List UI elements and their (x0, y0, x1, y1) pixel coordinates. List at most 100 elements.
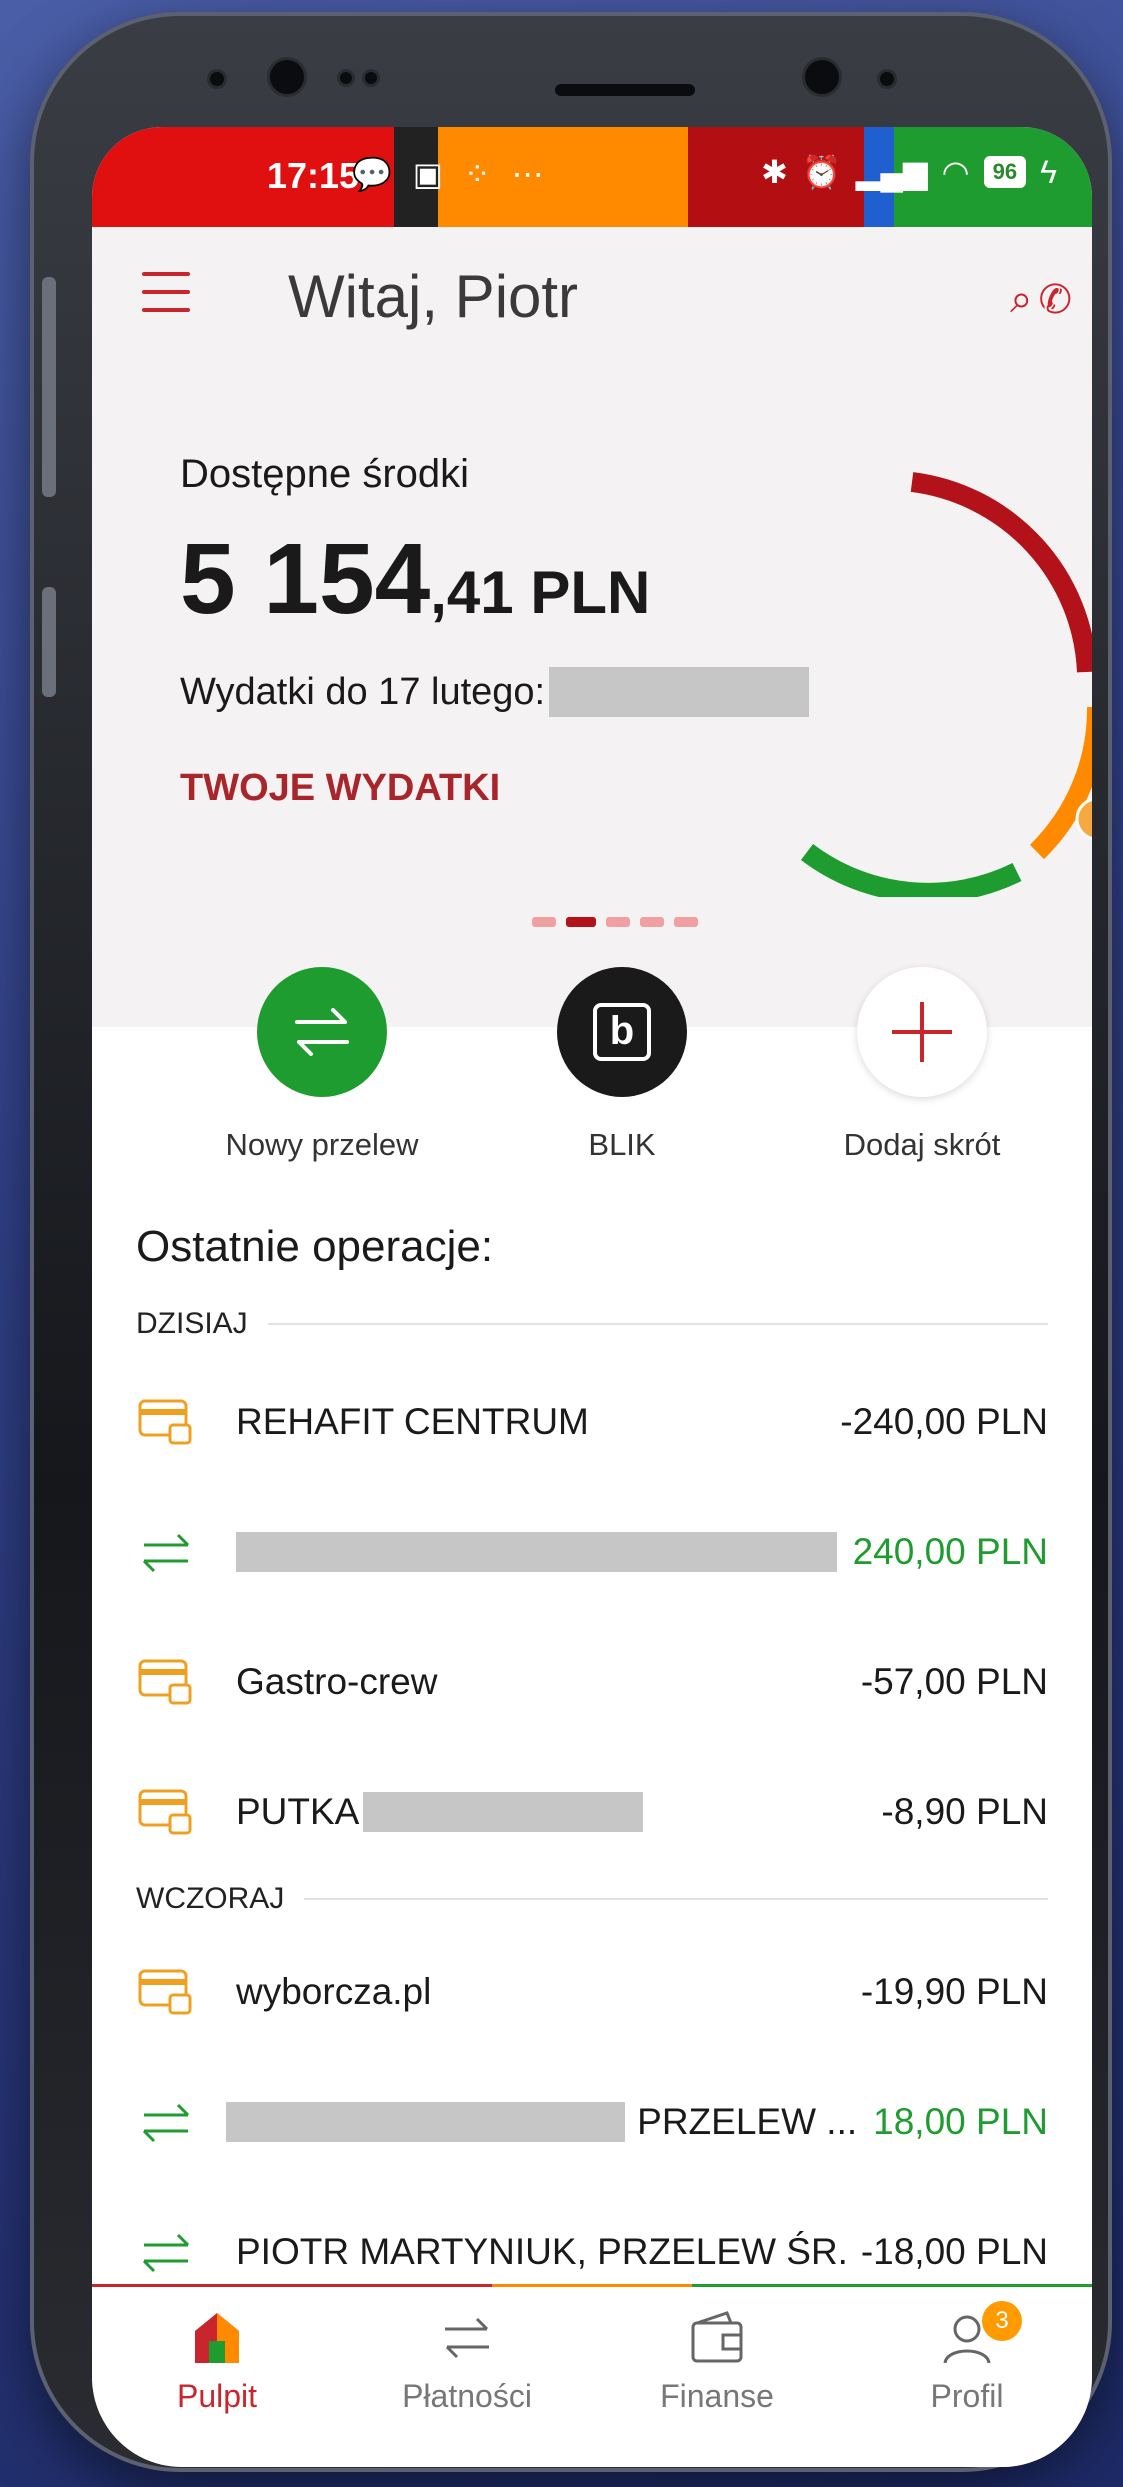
operation-name: PRZELEW ... (226, 2101, 857, 2143)
battery-icon: 96 (983, 156, 1027, 188)
card-icon (136, 1962, 196, 2022)
new-transfer-shortcut[interactable]: Nowy przelew (192, 967, 452, 1163)
card-icon (136, 1392, 196, 1452)
carousel-dot-active[interactable] (566, 917, 596, 927)
carousel-indicator[interactable] (532, 917, 698, 927)
operation-name: Gastro-crew (236, 1661, 438, 1702)
transfer-icon (136, 2222, 196, 2282)
shortcut-label: Nowy przelew (225, 1127, 419, 1162)
sensor-dot (365, 72, 377, 84)
app-header: Witaj, Piotr ⌕ ✆ (92, 227, 1092, 357)
operation-amount: -240,00 PLN (840, 1401, 1048, 1442)
system-icons: ✱ ⏰ ▂▄▆ ◠ 96 ϟ (761, 153, 1057, 191)
sensor-dot (880, 72, 894, 86)
iris-camera (805, 60, 839, 94)
transfer-icon[interactable] (257, 967, 387, 1097)
phone-frame: 17:15 💬 ▣ ⁘ ⋯ ✱ ⏰ ▂▄▆ ◠ 96 ϟ Witaj, Piot… (30, 12, 1112, 2472)
card-icon (136, 1652, 196, 1712)
add-shortcut[interactable]: Dodaj skrót (792, 967, 1052, 1163)
clock: 17:15 (267, 155, 360, 196)
notification-badge: 3 (982, 2301, 1022, 2341)
wallet-icon (691, 2311, 743, 2363)
day-label: DZISIAJ (136, 1307, 248, 1340)
ring-segment-green (800, 843, 1022, 897)
notification-icons: 💬 ▣ ⁘ ⋯ (352, 156, 550, 192)
home-icon (195, 2313, 239, 2363)
shortcut-label: Dodaj skrót (843, 1127, 1001, 1162)
operation-name: PUTKA (236, 1791, 865, 1833)
signal-icon: ▂▄▆ (855, 154, 928, 190)
operation-row[interactable]: wyborcza.pl -19,90 PLN (136, 1957, 1048, 2027)
blik-shortcut[interactable]: b BLIK (492, 967, 752, 1163)
operation-amount: -57,00 PLN (860, 1661, 1048, 1702)
operation-name: wyborcza.pl (236, 1971, 432, 2012)
operation-name-text: PUTKA (236, 1791, 360, 1832)
operation-amount: 240,00 PLN (852, 1531, 1048, 1572)
carousel-dot[interactable] (532, 917, 556, 927)
greeting: Witaj, Piotr (288, 263, 579, 330)
sensor-dot (210, 72, 224, 86)
tab-label: Pulpit (176, 2378, 258, 2414)
app-screen: 17:15 💬 ▣ ⁘ ⋯ ✱ ⏰ ▂▄▆ ◠ 96 ϟ Witaj, Piot… (92, 127, 1092, 2467)
operation-row[interactable]: PUTKA -8,90 PLN (136, 1777, 1048, 1847)
ring-segment-red (910, 472, 1092, 673)
bottom-navigation: Pulpit Płatności Finanse 3 Profil (92, 2284, 1092, 2467)
transfer-icon (136, 1522, 196, 1582)
tab-label: Finanse (660, 2378, 774, 2414)
redacted-name (363, 1792, 644, 1832)
alarm-icon: ⏰ (801, 154, 842, 190)
search-icon[interactable]: ⌕ (1010, 277, 1032, 323)
operation-row[interactable]: PIOTR MARTYNIUK, PRZELEW ŚR... -18,00 PL… (136, 2217, 1048, 2287)
operation-name: REHAFIT CENTRUM (236, 1401, 589, 1442)
tab-profil[interactable]: 3 Profil (842, 2301, 1092, 2415)
your-expenses-link[interactable]: TWOJE WYDATKI (180, 767, 500, 810)
tab-label: Płatności (402, 2378, 532, 2414)
sensor-dot (340, 72, 352, 84)
wifi-icon: ◠ (941, 154, 970, 190)
operation-amount: -18,00 PLN (860, 2231, 1048, 2272)
day-header: DZISIAJ (136, 1307, 1048, 1341)
tab-label: Profil (930, 2378, 1004, 2414)
plus-icon[interactable] (857, 967, 987, 1097)
operation-name-text: PRZELEW ... (637, 2101, 858, 2142)
spending-ring (800, 472, 1092, 897)
available-funds-label: Dostępne środki (180, 452, 470, 496)
operation-row[interactable]: Gastro-crew -57,00 PLN (136, 1647, 1048, 1717)
front-camera (270, 60, 304, 94)
transfer-icon (136, 2092, 196, 2152)
operation-amount: -8,90 PLN (881, 1791, 1048, 1832)
header-actions: ⌕ ✆ (1010, 277, 1072, 323)
balance-panel: Witaj, Piotr ⌕ ✆ Dostępne środki 5 154,4… (92, 227, 1092, 1027)
operation-amount: -19,90 PLN (860, 1971, 1048, 2012)
shortcut-label: BLIK (588, 1127, 656, 1162)
operation-name (236, 1532, 837, 1572)
power-button (42, 587, 56, 697)
operation-name: PIOTR MARTYNIUK, PRZELEW ŚR... (236, 2231, 845, 2272)
recent-operations-title: Ostatnie operacje: (136, 1222, 494, 1271)
carousel-dot[interactable] (674, 917, 698, 927)
carousel-dot[interactable] (640, 917, 664, 927)
operation-row[interactable]: PRZELEW ... 18,00 PLN (136, 2087, 1048, 2157)
transfer-icon (445, 2317, 489, 2359)
tab-finanse[interactable]: Finanse (592, 2307, 842, 2415)
operation-amount: 18,00 PLN (873, 2101, 1048, 2142)
tab-pulpit[interactable]: Pulpit (92, 2307, 342, 2415)
card-icon (136, 1782, 196, 1842)
volume-button (42, 277, 56, 497)
operation-row[interactable]: 240,00 PLN (136, 1517, 1048, 1587)
operation-row[interactable]: REHAFIT CENTRUM -240,00 PLN (136, 1387, 1048, 1457)
redacted-name (236, 1532, 837, 1572)
balance-decimal: ,41 PLN (430, 559, 651, 626)
redacted-name (226, 2102, 626, 2142)
carousel-dot[interactable] (606, 917, 630, 927)
balance-integer: 5 154 (180, 523, 431, 635)
earpiece-speaker (555, 84, 695, 96)
balance-amount: 5 154,41 PLN (180, 522, 650, 637)
day-label: WCZORAJ (136, 1882, 285, 1915)
phone-icon[interactable]: ✆ (1038, 277, 1072, 323)
blik-icon[interactable]: b (557, 967, 687, 1097)
day-header: WCZORAJ (136, 1882, 1048, 1916)
tab-platnosci[interactable]: Płatności (342, 2307, 592, 2415)
charging-icon: ϟ (1040, 153, 1057, 190)
hamburger-menu-icon[interactable] (142, 272, 190, 312)
